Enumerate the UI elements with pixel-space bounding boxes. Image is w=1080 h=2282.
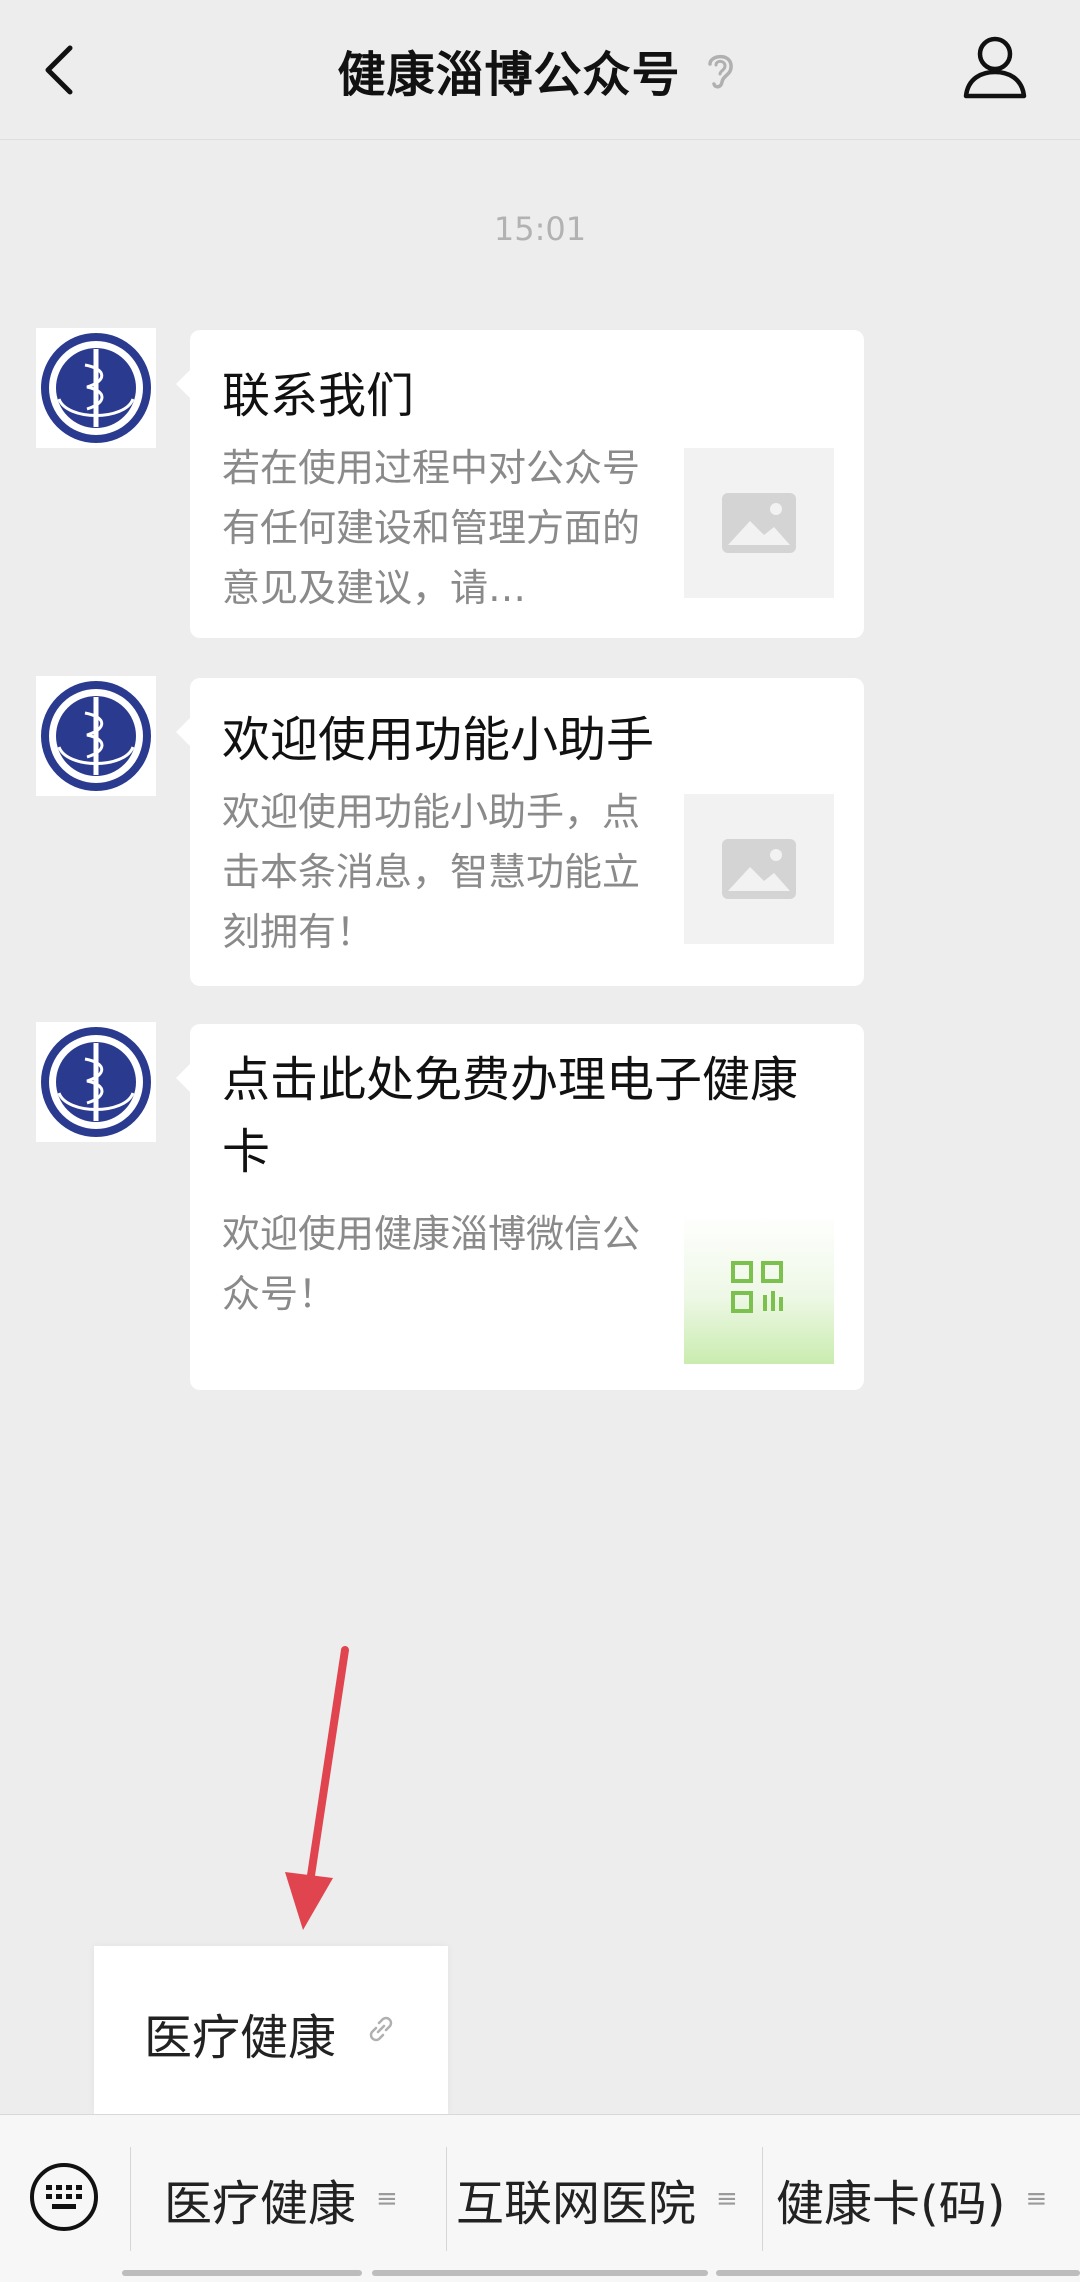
menu-tab-health-card[interactable]: 健康卡(码) ≡ xyxy=(776,2151,1047,2247)
keyboard-toggle-button[interactable] xyxy=(28,2161,100,2233)
menu-tab-label: 医疗健康 xyxy=(164,2176,357,2232)
menu-tab-label: 健康卡(码) xyxy=(776,2176,1006,2232)
submenu-indicator-icon: ≡ xyxy=(716,2184,738,2214)
keyboard-icon xyxy=(30,2163,98,2231)
submenu-indicator-icon: ≡ xyxy=(1025,2184,1048,2214)
menu-tab-medical-health[interactable]: 医疗健康 ≡ xyxy=(164,2151,398,2247)
menu-tab-internet-hospital[interactable]: 互联网医院 ≡ xyxy=(456,2151,738,2247)
menu-tab-label: 互联网医院 xyxy=(456,2176,697,2232)
menu-divider xyxy=(130,2147,131,2251)
menu-divider xyxy=(446,2147,447,2251)
bottom-menu-bar: 医疗健康 ≡ 互联网医院 ≡ 健康卡(码) ≡ xyxy=(0,2114,1080,2282)
wechat-official-account-chat: 健康淄博公众号 15:01 联系我们 若在使用过程中对公众号有任何建设和管理方面… xyxy=(0,0,1080,2282)
scroll-indicator xyxy=(122,2270,362,2276)
annotation-arrow xyxy=(285,1646,349,1930)
submenu-popup: 医疗健康 xyxy=(94,1946,448,2114)
menu-divider xyxy=(762,2147,763,2251)
scroll-indicator xyxy=(716,2270,1080,2276)
submenu-indicator-icon: ≡ xyxy=(376,2184,398,2214)
link-icon xyxy=(366,2014,396,2048)
submenu-item-medical-health[interactable]: 医疗健康 xyxy=(144,1998,336,2068)
scroll-indicator xyxy=(372,2270,708,2276)
